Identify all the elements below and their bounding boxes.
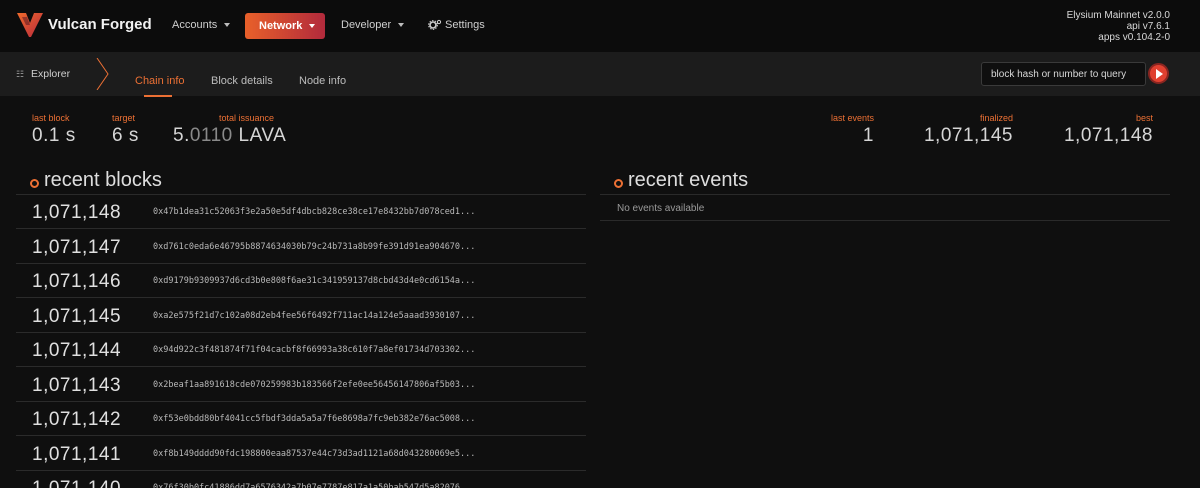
recent-events-divider [600,194,1170,195]
apps-version: apps v0.104.2-0 [1098,32,1170,43]
brand-name[interactable]: Vulcan Forged [48,16,152,33]
last-block-unit: s [65,125,76,146]
block-number[interactable]: 1,071,141 [32,444,121,466]
target-number: 6 [112,125,124,146]
stat-last-block-label: last block [32,113,70,123]
recent-events-bottom-divider [600,220,1170,221]
nav-accounts[interactable]: Accounts [172,19,231,31]
recent-blocks-title: recent blocks [44,169,162,191]
stat-total-issuance-value: 5.0110 LAVA [173,125,286,147]
table-row[interactable]: 1,071,141 0xf8b149dddd90fdc198800eaa87537… [16,437,586,471]
block-hash[interactable]: 0xd9179b9309937d6cd3b0e808f6ae31c3419591… [153,276,475,286]
stat-best-label: best [1135,113,1153,123]
table-row[interactable]: 1,071,143 0x2beaf1aa891618cde070259983b18… [16,368,586,402]
block-hash[interactable]: 0xa2e575f21d7c102a08d2eb4fee56f6492f711a… [153,311,475,321]
block-number[interactable]: 1,071,143 [32,375,121,397]
block-hash[interactable]: 0xf53e0bdd80bf4041cc5fbdf3dda5a5a7f6e869… [153,414,475,424]
stat-last-events-value: 1 [862,125,874,146]
stat-best-value: 1,071,148 [1063,125,1153,146]
stat-finalized-value: 1,071,145 [923,125,1013,146]
stat-target-label: target [112,113,136,123]
table-row[interactable]: 1,071,142 0xf53e0bdd80bf4041cc5fbdf3dda5a… [16,402,586,436]
explorer-icon: ☷ [16,69,25,79]
active-tab-indicator [144,95,172,97]
table-row[interactable]: 1,071,140 0x76f30b0fc41886dd7a6576342a7b0… [16,471,586,488]
block-hash[interactable]: 0x94d922c3f481874f71f04cacbf8f66993a38c6… [153,345,475,355]
issuance-decimal: 0110 [189,125,233,146]
table-row[interactable]: 1,071,146 0xd9179b9309937d6cd3b0e808f6ae3… [16,264,586,298]
block-number[interactable]: 1,071,144 [32,340,121,362]
nav-network-label: Network [259,20,303,32]
issuance-int: 5. [173,125,190,146]
tab-chain-info[interactable]: Chain info [135,75,185,87]
caret-down-icon [398,23,405,28]
recent-events-title: recent events [628,169,749,191]
stat-total-issuance-label: total issuance [219,113,275,123]
nav-network[interactable]: Network [245,13,325,39]
block-hash[interactable]: 0xf8b149dddd90fdc198800eaa87537e44c73d3a… [153,449,475,459]
play-icon[interactable] [1148,63,1169,84]
stat-target-value: 6 s [112,125,139,147]
explorer-section[interactable]: ☷ Explorer [16,68,70,80]
stat-last-block-value: 0.1 s [32,125,76,147]
table-row[interactable]: 1,071,145 0xa2e575f21d7c102a08d2eb4fee56f… [16,299,586,333]
table-row[interactable]: 1,071,147 0xd761c0eda6e46795b8874634030b7… [16,230,586,264]
stat-last-block: last block 0.1 s [32,113,76,147]
stat-finalized-label: finalized [979,113,1013,123]
stat-total-issuance: total issuance 5.0110 LAVA [173,113,286,147]
stat-best: best 1,071,148 [1064,113,1153,147]
block-number[interactable]: 1,071,140 [32,478,121,488]
recent-blocks-bullet-icon [30,179,39,188]
block-hash[interactable]: 0x76f30b0fc41886dd7a6576342a7b07e7787e81… [153,483,475,488]
nav-settings[interactable]: Settings [445,19,485,31]
block-hash[interactable]: 0x2beaf1aa891618cde070259983b183566f2efe… [153,380,475,390]
block-number[interactable]: 1,071,148 [32,202,121,224]
block-hash[interactable]: 0xd761c0eda6e46795b8874634030b79c24b731a… [153,242,475,252]
tab-block-details[interactable]: Block details [211,75,273,87]
stat-last-events: last events 1 [831,113,874,147]
stat-finalized: finalized 1,071,145 [924,113,1013,147]
table-row[interactable]: 1,071,148 0x47b1dea31c52063f3e2a50e5df4db… [16,195,586,229]
nav-developer-label: Developer [341,19,392,31]
issuance-unit: LAVA [238,125,287,146]
stat-target: target 6 s [112,113,139,147]
chain-info: Elysium Mainnet v2.0.0 api v7.6.1 apps v… [1067,10,1170,43]
block-hash[interactable]: 0x47b1dea31c52063f3e2a50e5df4dbcb828ce38… [153,207,475,217]
tab-node-info[interactable]: Node info [299,75,346,87]
target-unit: s [128,125,139,146]
no-events-message: No events available [617,203,705,214]
caret-down-icon [309,24,316,29]
caret-down-icon [224,23,231,28]
gear-icon [428,19,442,30]
chevron-right-icon [96,58,109,90]
vulcan-logo-icon[interactable] [16,11,44,39]
block-search-input[interactable]: block hash or number to query [981,62,1146,86]
block-number[interactable]: 1,071,146 [32,271,121,293]
explorer-label: Explorer [31,68,71,80]
nav-developer[interactable]: Developer [341,19,405,31]
recent-events-bullet-icon [614,179,623,188]
block-number[interactable]: 1,071,147 [32,237,121,259]
block-number[interactable]: 1,071,142 [32,409,121,431]
table-row[interactable]: 1,071,144 0x94d922c3f481874f71f04cacbf8f6… [16,333,586,367]
api-version: api v7.6.1 [1126,21,1170,32]
nav-accounts-label: Accounts [172,19,218,31]
block-number[interactable]: 1,071,145 [32,306,121,328]
top-navbar: Vulcan Forged Accounts Network Developer… [0,0,1200,52]
chain-name: Elysium Mainnet v2.0.0 [1066,10,1170,21]
last-block-number: 0.1 [32,125,60,146]
stat-last-events-label: last events [830,113,874,123]
